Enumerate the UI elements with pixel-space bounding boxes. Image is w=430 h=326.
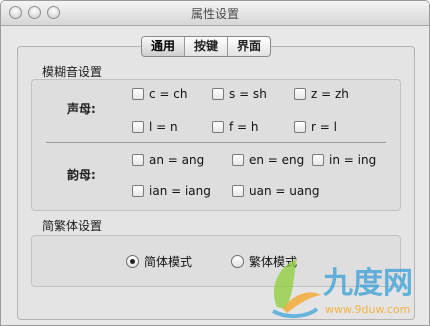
checkbox-label: c = ch <box>149 87 188 101</box>
checkbox-box[interactable] <box>232 185 244 197</box>
checkbox-box[interactable] <box>132 88 144 100</box>
checkbox-z-zh[interactable]: z = zh <box>294 87 349 101</box>
watermark-url: www.9duw.com <box>325 303 410 316</box>
watermark-logo-text: 九度网 <box>323 266 413 301</box>
radio-simplified[interactable]: 简体模式 <box>126 253 192 270</box>
checkbox-s-sh[interactable]: s = sh <box>212 87 267 101</box>
checkbox-label: s = sh <box>229 87 267 101</box>
initials-label: 声母: <box>67 102 96 116</box>
checkbox-label: f = h <box>229 120 259 134</box>
tab-general[interactable]: 通用 <box>142 37 185 56</box>
checkbox-label: in = ing <box>329 153 377 167</box>
tab-keys[interactable]: 按键 <box>184 37 227 56</box>
checkbox-box[interactable] <box>132 185 144 197</box>
checkbox-label: en = eng <box>249 153 305 167</box>
fuzzy-section-title: 模糊音设置 <box>42 65 103 79</box>
checkbox-box[interactable] <box>212 88 224 100</box>
checkbox-label: uan = uang <box>249 184 320 198</box>
checkbox-label: z = zh <box>311 87 349 101</box>
fuzzy-group-box: 声母: c = ch s = sh z = zh l = n f = h r =… <box>31 79 401 211</box>
checkbox-label: r = l <box>311 120 337 134</box>
checkbox-r-l[interactable]: r = l <box>294 120 337 134</box>
radio-circle[interactable] <box>231 255 244 268</box>
checkbox-box[interactable] <box>132 121 144 133</box>
checkbox-f-h[interactable]: f = h <box>212 120 259 134</box>
checkbox-ian-iang[interactable]: ian = iang <box>132 184 211 198</box>
checkbox-box[interactable] <box>212 121 224 133</box>
tab-bar: 通用 按键 界面 <box>141 36 272 57</box>
checkbox-box[interactable] <box>294 121 306 133</box>
window-title: 属性设置 <box>190 7 239 21</box>
checkbox-label: an = ang <box>149 153 205 167</box>
script-mode-section-title: 简繁体设置 <box>42 219 103 233</box>
checkbox-uan-uang[interactable]: uan = uang <box>232 184 319 198</box>
checkbox-box[interactable] <box>294 88 306 100</box>
finals-label: 韵母: <box>67 168 96 182</box>
checkbox-box[interactable] <box>312 154 324 166</box>
checkbox-l-n[interactable]: l = n <box>132 120 178 134</box>
site-watermark-logo: 九度网 www.9duw.com <box>272 259 413 318</box>
checkbox-en-eng[interactable]: en = eng <box>232 153 304 167</box>
section-divider <box>46 142 386 143</box>
title-bar[interactable]: 属性设置 <box>1 1 429 26</box>
radio-selected-dot <box>130 259 135 264</box>
tab-interface[interactable]: 界面 <box>227 37 270 56</box>
checkbox-c-ch[interactable]: c = ch <box>132 87 187 101</box>
checkbox-label: l = n <box>149 120 178 134</box>
preferences-window: 属性设置 通用 按键 界面 模糊音设置 声母: c = ch s = sh z … <box>0 0 430 326</box>
checkbox-in-ing[interactable]: in = ing <box>312 153 376 167</box>
radio-circle[interactable] <box>126 255 139 268</box>
radio-label: 简体模式 <box>144 255 193 269</box>
checkbox-box[interactable] <box>232 154 244 166</box>
checkbox-label: ian = iang <box>149 184 211 198</box>
checkbox-box[interactable] <box>132 154 144 166</box>
leaf-icon <box>272 259 321 318</box>
checkbox-an-ang[interactable]: an = ang <box>132 153 204 167</box>
